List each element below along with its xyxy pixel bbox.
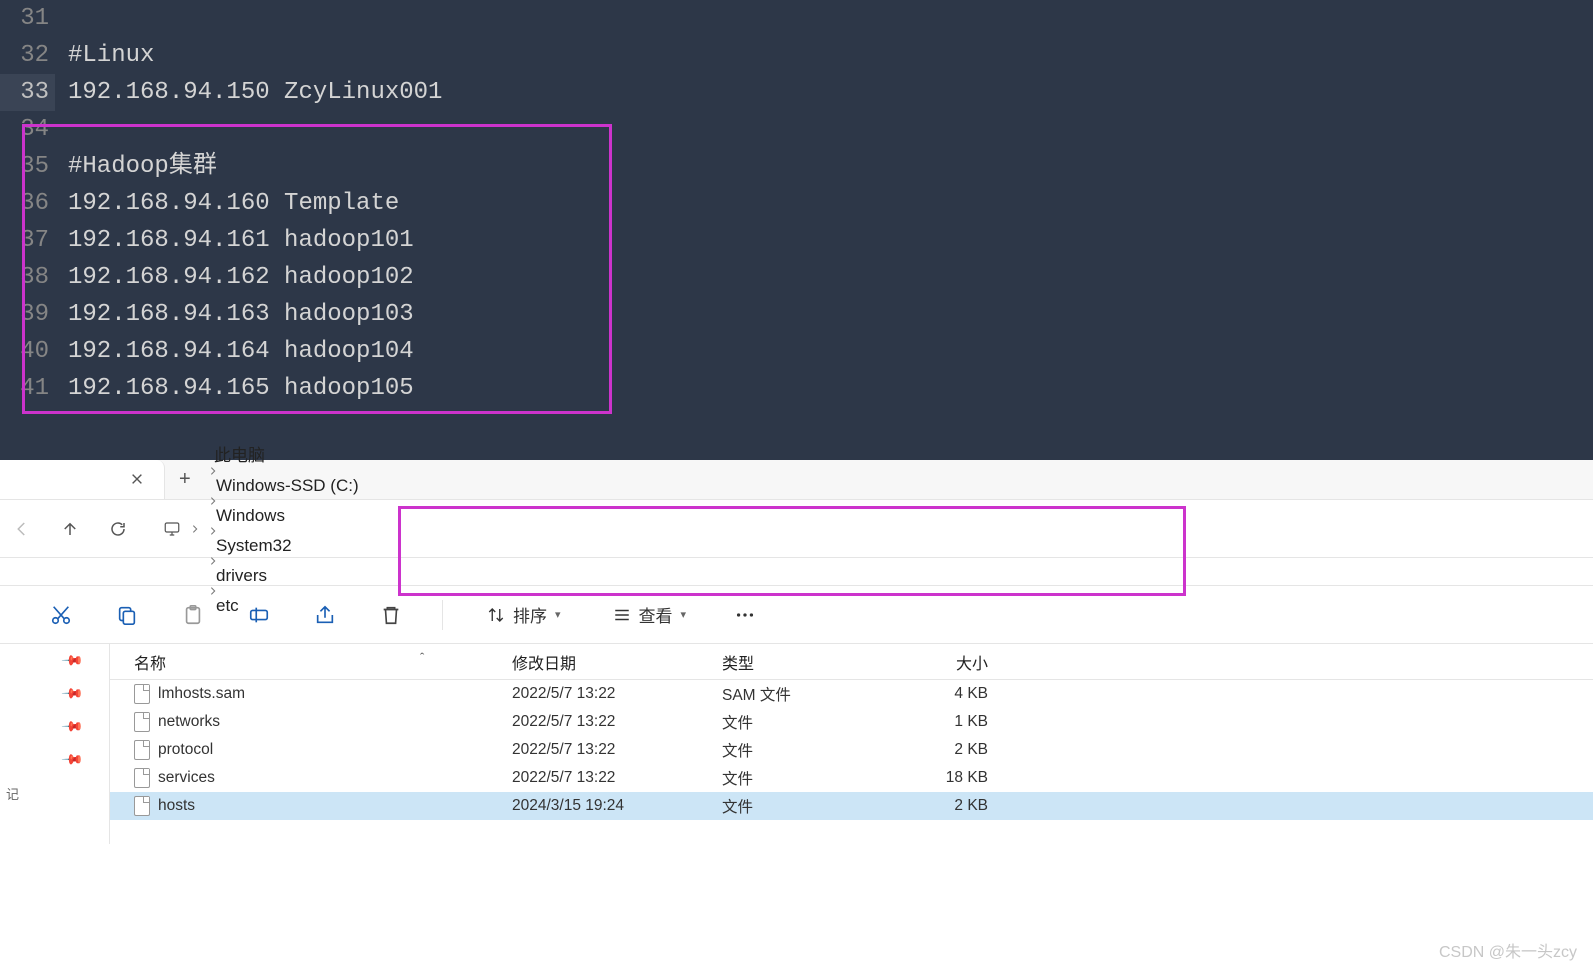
file-type: SAM 文件 bbox=[710, 683, 890, 705]
editor-line[interactable]: 192.168.94.150 ZcyLinux001 bbox=[68, 74, 1593, 111]
code-editor[interactable]: 3132333435363738394041 #Linux192.168.94.… bbox=[0, 0, 1593, 460]
file-icon bbox=[134, 684, 150, 704]
watermark: CSDN @朱一头zcy bbox=[1439, 938, 1577, 962]
editor-line[interactable]: 192.168.94.162 hadoop102 bbox=[68, 259, 1593, 296]
sort-label: 排序 bbox=[513, 602, 547, 627]
file-icon bbox=[134, 740, 150, 760]
editor-content[interactable]: #Linux192.168.94.150 ZcyLinux001 #Hadoop集… bbox=[0, 0, 1593, 407]
file-type: 文件 bbox=[710, 767, 890, 789]
cut-button[interactable] bbox=[46, 600, 76, 630]
view-label: 查看 bbox=[639, 602, 673, 627]
pinned-item[interactable]: 📌 bbox=[0, 644, 109, 677]
editor-line[interactable]: #Linux bbox=[68, 37, 1593, 74]
file-name: protocol bbox=[158, 741, 213, 759]
file-explorer-window: + 此电脑Windows-SSD (C:)WindowsSystem32driv… bbox=[0, 460, 1593, 844]
column-header-size[interactable]: 大小 bbox=[890, 650, 1000, 674]
file-date: 2022/5/7 13:22 bbox=[500, 685, 710, 703]
monitor-icon bbox=[162, 519, 182, 539]
delete-button[interactable] bbox=[376, 600, 406, 630]
file-size: 4 KB bbox=[890, 685, 1000, 703]
editor-line[interactable]: #Hadoop集群 bbox=[68, 148, 1593, 185]
column-header-date[interactable]: 修改日期 bbox=[500, 650, 710, 674]
file-row[interactable]: networks 2022/5/7 13:22文件1 KB bbox=[110, 708, 1593, 736]
pinned-item[interactable]: 📌 bbox=[0, 710, 109, 743]
file-row[interactable]: services 2022/5/7 13:22文件18 KB bbox=[110, 764, 1593, 792]
explorer-main-area: 📌 📌 📌 📌 记 ˆ 名称 修改日期 类型 大小 lmhosts.sam 202… bbox=[0, 644, 1593, 844]
pin-icon: 📌 bbox=[60, 648, 84, 672]
file-row[interactable]: lmhosts.sam 2022/5/7 13:22SAM 文件4 KB bbox=[110, 680, 1593, 708]
breadcrumb-item[interactable]: 此电脑 bbox=[208, 442, 271, 469]
editor-line[interactable]: 192.168.94.163 hadoop103 bbox=[68, 296, 1593, 333]
editor-line[interactable] bbox=[68, 111, 1593, 148]
pinned-item[interactable]: 📌 bbox=[0, 743, 109, 776]
file-name: hosts bbox=[158, 797, 195, 815]
copy-button[interactable] bbox=[112, 600, 142, 630]
breadcrumb-item[interactable]: Windows bbox=[210, 502, 291, 529]
file-list-pane[interactable]: ˆ 名称 修改日期 类型 大小 lmhosts.sam 2022/5/7 13:2… bbox=[110, 644, 1593, 844]
file-size: 2 KB bbox=[890, 797, 1000, 815]
file-icon bbox=[134, 768, 150, 788]
refresh-button[interactable] bbox=[104, 515, 132, 543]
file-row[interactable]: protocol 2022/5/7 13:22文件2 KB bbox=[110, 736, 1593, 764]
column-header-type[interactable]: 类型 bbox=[710, 650, 890, 674]
file-icon bbox=[134, 712, 150, 732]
file-name: services bbox=[158, 769, 215, 787]
file-type: 文件 bbox=[710, 795, 890, 817]
toolbar-separator bbox=[442, 600, 443, 630]
editor-line[interactable] bbox=[68, 0, 1593, 37]
file-date: 2024/3/15 19:24 bbox=[500, 797, 710, 815]
sort-indicator-icon: ˆ bbox=[420, 650, 424, 665]
file-size: 18 KB bbox=[890, 769, 1000, 787]
column-header-name[interactable]: 名称 bbox=[110, 650, 500, 674]
editor-line[interactable]: 192.168.94.160 Template bbox=[68, 185, 1593, 222]
file-type: 文件 bbox=[710, 711, 890, 733]
file-icon bbox=[134, 796, 150, 816]
pin-icon: 📌 bbox=[60, 747, 84, 771]
file-date: 2022/5/7 13:22 bbox=[500, 741, 710, 759]
pin-icon: 📌 bbox=[60, 714, 84, 738]
column-headers[interactable]: ˆ 名称 修改日期 类型 大小 bbox=[110, 644, 1593, 680]
file-size: 2 KB bbox=[890, 741, 1000, 759]
file-row[interactable]: hosts 2024/3/15 19:24文件2 KB bbox=[110, 792, 1593, 820]
file-date: 2022/5/7 13:22 bbox=[500, 769, 710, 787]
file-date: 2022/5/7 13:22 bbox=[500, 713, 710, 731]
pinned-item[interactable]: 📌 bbox=[0, 677, 109, 710]
chevron-down-icon: ▾ bbox=[681, 608, 687, 621]
editor-line[interactable]: 192.168.94.165 hadoop105 bbox=[68, 370, 1593, 407]
up-button[interactable] bbox=[56, 515, 84, 543]
chevron-right-icon[interactable] bbox=[188, 524, 202, 534]
chevron-down-icon: ▾ bbox=[555, 608, 561, 621]
editor-line[interactable]: 192.168.94.164 hadoop104 bbox=[68, 333, 1593, 370]
sort-button[interactable]: 排序 ▾ bbox=[479, 598, 569, 631]
breadcrumb-item[interactable]: etc bbox=[210, 592, 245, 619]
breadcrumb-item[interactable]: Windows-SSD (C:) bbox=[210, 472, 365, 499]
file-name: networks bbox=[158, 713, 220, 731]
file-name: lmhosts.sam bbox=[158, 685, 245, 703]
new-tab-button[interactable]: + bbox=[165, 468, 205, 491]
editor-line[interactable]: 192.168.94.161 hadoop101 bbox=[68, 222, 1593, 259]
breadcrumb-item[interactable]: drivers bbox=[210, 562, 273, 589]
pin-icon: 📌 bbox=[60, 681, 84, 705]
pinned-item[interactable]: 记 bbox=[0, 776, 109, 811]
file-size: 1 KB bbox=[890, 713, 1000, 731]
paste-button[interactable] bbox=[178, 600, 208, 630]
explorer-nav-pane[interactable]: 📌 📌 📌 📌 记 bbox=[0, 644, 110, 844]
address-toolbar: 此电脑Windows-SSD (C:)WindowsSystem32driver… bbox=[0, 500, 1593, 558]
more-button[interactable] bbox=[730, 600, 760, 630]
back-button[interactable] bbox=[8, 515, 36, 543]
file-type: 文件 bbox=[710, 739, 890, 761]
close-icon[interactable] bbox=[130, 472, 146, 488]
explorer-tab[interactable] bbox=[0, 460, 165, 499]
view-button[interactable]: 查看 ▾ bbox=[605, 598, 695, 631]
address-bar[interactable]: 此电脑Windows-SSD (C:)WindowsSystem32driver… bbox=[152, 510, 1585, 548]
breadcrumb-item[interactable]: System32 bbox=[210, 532, 298, 559]
